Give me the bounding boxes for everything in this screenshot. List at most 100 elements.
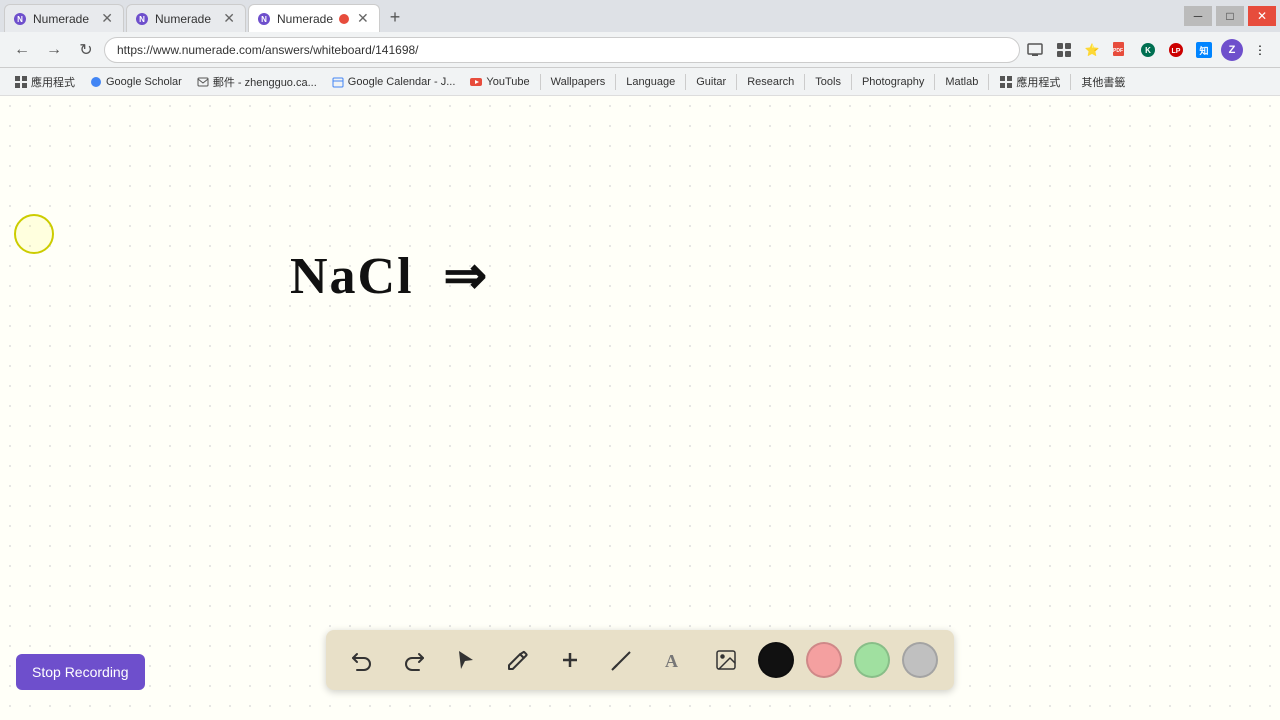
bm-separator6 (851, 74, 852, 90)
bm-separator4 (736, 74, 737, 90)
cursor-circle (14, 214, 54, 254)
profile-icon[interactable]: Z (1220, 38, 1244, 62)
redo-button[interactable] (394, 640, 434, 680)
svg-text:A: A (665, 651, 678, 671)
text-button[interactable]: A (654, 640, 694, 680)
svg-text:PDF: PDF (1113, 48, 1123, 54)
pdf-icon[interactable]: PDF (1108, 38, 1132, 62)
refresh-button[interactable]: ↻ (72, 36, 100, 64)
pen-button[interactable] (498, 640, 538, 680)
svg-text:LP: LP (1172, 48, 1181, 55)
bookmark-email[interactable]: 郵件 - zhengguo.ca... (190, 72, 323, 92)
bookmark-photography[interactable]: Photography (856, 74, 930, 90)
bookmark-apps2[interactable]: 應用程式 (993, 72, 1066, 92)
select-button[interactable] (446, 640, 486, 680)
bookmark-matlab-label: Matlab (945, 76, 978, 88)
bookmark-research[interactable]: Research (741, 74, 800, 90)
image-button[interactable] (706, 640, 746, 680)
bookmark-research-label: Research (747, 76, 794, 88)
color-black[interactable] (758, 642, 794, 678)
bm-separator1 (540, 74, 541, 90)
menu-icon[interactable]: ⋮ (1248, 38, 1272, 62)
svg-text:N: N (139, 15, 145, 24)
tab-bar: N Numerade ✕ N Numerade ✕ N Numerade (4, 0, 1176, 32)
address-text: https://www.numerade.com/answers/whitebo… (117, 43, 419, 57)
tab3-close[interactable]: ✕ (355, 8, 371, 29)
back-button[interactable]: ← (8, 36, 36, 64)
tab3-favicon: N (257, 12, 271, 26)
bookmark-tools[interactable]: Tools (809, 74, 847, 90)
bookmark-language[interactable]: Language (620, 74, 681, 90)
add-button[interactable] (550, 640, 590, 680)
tab-2[interactable]: N Numerade ✕ (126, 4, 246, 32)
calendar-icon (331, 75, 345, 89)
bookmark-photography-label: Photography (862, 76, 924, 88)
stop-recording-button[interactable]: Stop Recording (16, 654, 145, 690)
zhihu-icon[interactable]: 知 (1192, 38, 1216, 62)
tab2-title: Numerade (155, 12, 215, 26)
bookmark-email-label: 郵件 - zhengguo.ca... (213, 74, 317, 90)
svg-text:N: N (17, 15, 23, 24)
bookmark-calendar[interactable]: Google Calendar - J... (325, 73, 462, 91)
drawing-toolbar: A (326, 630, 954, 690)
tab2-favicon: N (135, 12, 149, 26)
bm-separator8 (988, 74, 989, 90)
bookmark-scholar-label: Google Scholar (106, 76, 182, 88)
close-button[interactable]: ✕ (1248, 6, 1276, 26)
svg-text:K: K (1145, 46, 1151, 55)
forward-button[interactable]: → (40, 36, 68, 64)
bookmark-wallpapers-label: Wallpapers (551, 76, 606, 88)
bm-separator2 (615, 74, 616, 90)
highlighter-button[interactable] (602, 640, 642, 680)
scholar-icon (89, 75, 103, 89)
bookmark-calendar-label: Google Calendar - J... (348, 76, 456, 88)
bookmark-more-label: 其他書籤 (1081, 74, 1125, 90)
bookmarks-bar: 應用程式 Google Scholar 郵件 - zhengguo.ca... … (0, 68, 1280, 96)
extension-icon[interactable] (1052, 38, 1076, 62)
window-controls: ─ □ ✕ (1184, 6, 1276, 26)
svg-text:知: 知 (1198, 45, 1208, 56)
nav-icons: ⭐ PDF K LP 知 Z ⋮ (1024, 38, 1272, 62)
tab1-close[interactable]: ✕ (99, 8, 115, 29)
bm-separator5 (804, 74, 805, 90)
tab3-title: Numerade (277, 12, 333, 26)
color-pink[interactable] (806, 642, 842, 678)
bookmark-scholar[interactable]: Google Scholar (83, 73, 188, 91)
apps-icon (14, 75, 28, 89)
bookmark-apps1[interactable]: 應用程式 (8, 72, 81, 92)
undo-button[interactable] (342, 640, 382, 680)
bm-separator7 (934, 74, 935, 90)
svg-text:N: N (261, 15, 267, 24)
tab3-recording-indicator (339, 14, 349, 24)
screen-share-icon[interactable] (1024, 38, 1048, 62)
whiteboard[interactable]: NaCl ⇒ (0, 96, 1280, 720)
tab-1[interactable]: N Numerade ✕ (4, 4, 124, 32)
tab-3[interactable]: N Numerade ✕ (248, 4, 380, 32)
new-tab-button[interactable]: + (382, 3, 409, 32)
color-green[interactable] (854, 642, 890, 678)
bookmark-youtube-label: YouTube (486, 76, 529, 88)
bm-separator3 (685, 74, 686, 90)
bookmark-language-label: Language (626, 76, 675, 88)
minimize-button[interactable]: ─ (1184, 6, 1212, 26)
whiteboard-content: NaCl ⇒ (290, 246, 489, 306)
bookmark-more[interactable]: 其他書籤 (1075, 72, 1131, 92)
bm-separator9 (1070, 74, 1071, 90)
color-gray[interactable] (902, 642, 938, 678)
bookmark-wallpapers[interactable]: Wallpapers (545, 74, 612, 90)
kaspersky-icon[interactable]: K (1136, 38, 1160, 62)
youtube-icon (469, 75, 483, 89)
bookmark-matlab[interactable]: Matlab (939, 74, 984, 90)
bookmark-star-icon[interactable]: ⭐ (1080, 38, 1104, 62)
address-bar[interactable]: https://www.numerade.com/answers/whitebo… (104, 37, 1020, 63)
tab2-close[interactable]: ✕ (221, 8, 237, 29)
content-area: NaCl ⇒ Stop Recording (0, 96, 1280, 720)
lastpass-icon[interactable]: LP (1164, 38, 1188, 62)
bookmark-youtube[interactable]: YouTube (463, 73, 535, 91)
profile-avatar: Z (1221, 39, 1243, 61)
bookmark-guitar-label: Guitar (696, 76, 726, 88)
bookmark-guitar[interactable]: Guitar (690, 74, 732, 90)
maximize-button[interactable]: □ (1216, 6, 1244, 26)
tab1-title: Numerade (33, 12, 93, 26)
bookmark-apps2-label: 應用程式 (1016, 74, 1060, 90)
